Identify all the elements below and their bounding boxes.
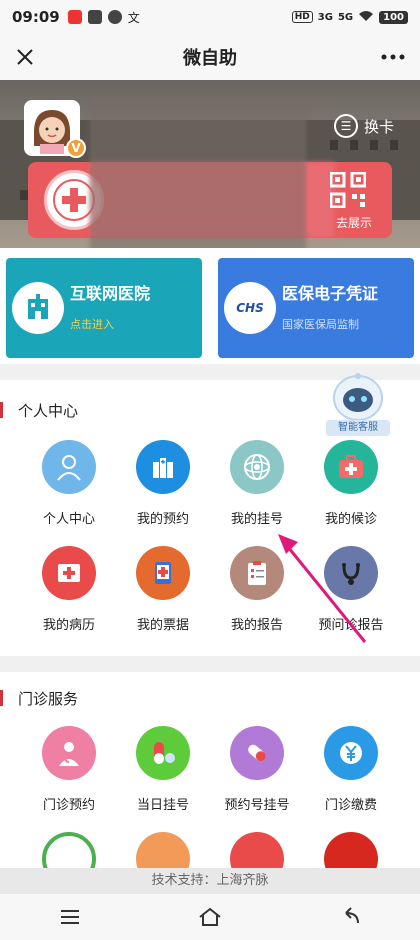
grid-item-reserved-registration[interactable]: 预约号挂号 [212,726,302,813]
medical-insurance-card[interactable]: CHS 医保电子凭证 国家医保局监制 [218,258,414,358]
service-title: 医保电子凭证 [282,284,379,303]
building-window [390,140,398,150]
status-bar: 09:09 文 HD 3G 5G 100 [0,0,420,34]
grid-item-label: 我的票据 [136,618,189,633]
switch-card-label: 换卡 [363,117,394,136]
grid-item-my-waiting[interactable]: 我的候诊 [306,440,396,527]
grid-item-label: 门诊预约 [42,798,95,813]
outpatient-section: 门诊服务 门诊预约 当日挂号 预约号挂号 门诊缴费 [0,672,420,886]
page-title: 微自助 [183,48,237,69]
qr-show-label: 去展示 [335,216,372,230]
grid-item-label: 我的预约 [136,512,189,527]
service-cards: 互联网医院 点击进入 CHS 医保电子凭证 国家医保局监制 [0,248,420,364]
masked-user-info [90,98,306,248]
hd-icon: HD [291,11,313,23]
signal-5g-icon: 5G [337,11,354,23]
annotation-arrow [278,534,367,643]
hospital-building-icon [12,282,64,334]
clipboard-check-icon [87,10,102,24]
receipt-icon [136,546,190,600]
grid-item-personal-center[interactable]: 个人中心 [24,440,114,527]
nav-bar: 微自助 [0,34,420,80]
grid-item-my-registration[interactable]: 我的挂号 [212,440,302,527]
registration-icon [230,440,284,494]
hospital-building-icon [136,440,190,494]
qr-code-icon[interactable] [329,171,367,209]
grid-item-same-day-registration[interactable]: 当日挂号 [118,726,208,813]
service-title: 互联网医院 [70,284,151,303]
battery-indicator: 100 [379,10,408,24]
news-app-icon [67,10,82,24]
system-nav-bar [0,894,420,940]
medical-record-icon [42,546,96,600]
verified-badge: V [66,138,86,158]
chs-logo-icon: CHS [224,282,276,334]
close-icon[interactable] [10,42,40,72]
compass-icon [107,10,122,24]
grid-item-label: 我的候诊 [324,512,377,527]
pill-icon [136,726,190,780]
building-window [350,140,358,150]
section-marker [0,402,3,418]
more-options-icon[interactable] [376,42,410,72]
building-window [20,190,28,200]
signal-3g-icon: 3G [317,11,333,23]
doctor-icon [42,726,96,780]
service-subtitle: 国家医保局监制 [282,318,359,331]
grid-item-label: 我的挂号 [230,512,283,527]
grid-item-label: 我的病历 [42,618,95,633]
grid-item-label: 个人中心 [42,512,95,527]
text-icon: 文 [127,10,140,25]
person-icon [42,440,96,494]
capsule-icon [230,726,284,780]
section-title: 门诊服务 [18,690,79,708]
medical-kit-icon [324,440,378,494]
section-title: 个人中心 [18,402,79,420]
status-time: 09:09 [12,8,60,26]
switch-card-button[interactable]: ☰ 换卡 [333,114,394,138]
grid-item-label: 门诊缴费 [324,798,377,813]
grid-item-my-records[interactable]: 我的病历 [24,546,114,633]
internet-hospital-card[interactable]: 互联网医院 点击进入 [6,258,202,358]
service-subtitle: 点击进入 [70,318,114,331]
grid-item-outpatient-appointment[interactable]: 门诊预约 [24,726,114,813]
tech-support-footer: 技术支持：上海齐脉 [0,868,420,894]
grid-item-my-appointment[interactable]: 我的预约 [118,440,208,527]
building-window [370,140,378,150]
yuan-coin-icon [324,726,378,780]
menu-icon[interactable] [40,897,100,937]
smart-service-robot[interactable]: 智能客服 [326,372,390,438]
grid-item-label: 当日挂号 [136,798,189,813]
home-icon[interactable] [180,897,240,937]
back-icon[interactable] [320,897,380,937]
smart-service-label: 智能客服 [326,420,390,436]
personal-center-section: 个人中心 智能客服 个人中心 我的预约 我的挂号 我的候诊 我的病历 我的票据 … [0,373,420,656]
building-window [330,140,338,150]
hero-banner: V 去展示 ☰ 换卡 [0,80,420,248]
wifi-icon [358,10,374,25]
section-marker [0,690,3,706]
grid-item-my-receipts[interactable]: 我的票据 [118,546,208,633]
switch-icon: ☰ [333,114,358,138]
grid-item-outpatient-payment[interactable]: 门诊缴费 [306,726,396,813]
grid-item-label: 预约号挂号 [224,798,290,813]
